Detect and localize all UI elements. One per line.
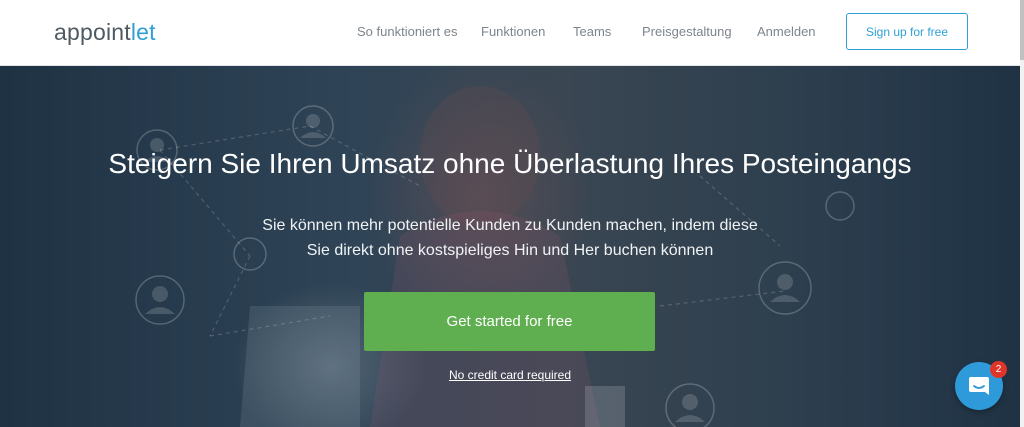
get-started-button[interactable]: Get started for free: [364, 292, 655, 351]
nav-funktionen[interactable]: Funktionen: [481, 24, 545, 39]
chat-icon: [969, 377, 989, 395]
site-header: appointlet So funktioniert es Funktionen…: [0, 0, 1020, 66]
nav-teams[interactable]: Teams: [573, 24, 611, 39]
logo-accent: let: [130, 19, 156, 45]
scrollbar-thumb[interactable]: [1020, 0, 1024, 60]
hero-title: Steigern Sie Ihren Umsatz ohne Überlastu…: [108, 148, 912, 179]
hero-subtitle: Sie können mehr potentielle Kunden zu Ku…: [0, 213, 1020, 263]
hero-section: Steigern Sie Ihren Umsatz ohne Überlastu…: [0, 66, 1020, 427]
logo[interactable]: appointlet: [54, 19, 156, 46]
hero-subtitle-line-1: Sie können mehr potentielle Kunden zu Ku…: [262, 217, 758, 234]
nav-preisgestaltung[interactable]: Preisgestaltung: [642, 24, 732, 39]
hero-subtitle-line-2: Sie direkt ohne kostspieliges Hin und He…: [306, 242, 714, 259]
nav-anmelden[interactable]: Anmelden: [757, 24, 816, 39]
logo-main: appoint: [54, 19, 131, 45]
chat-notification-badge: 2: [990, 361, 1007, 378]
nav-so-funktioniert-es[interactable]: So funktioniert es: [357, 24, 457, 39]
signup-button[interactable]: Sign up for free: [846, 13, 968, 50]
no-credit-card-link[interactable]: No credit card required: [0, 368, 1020, 382]
page-scrollbar[interactable]: [1020, 0, 1024, 427]
